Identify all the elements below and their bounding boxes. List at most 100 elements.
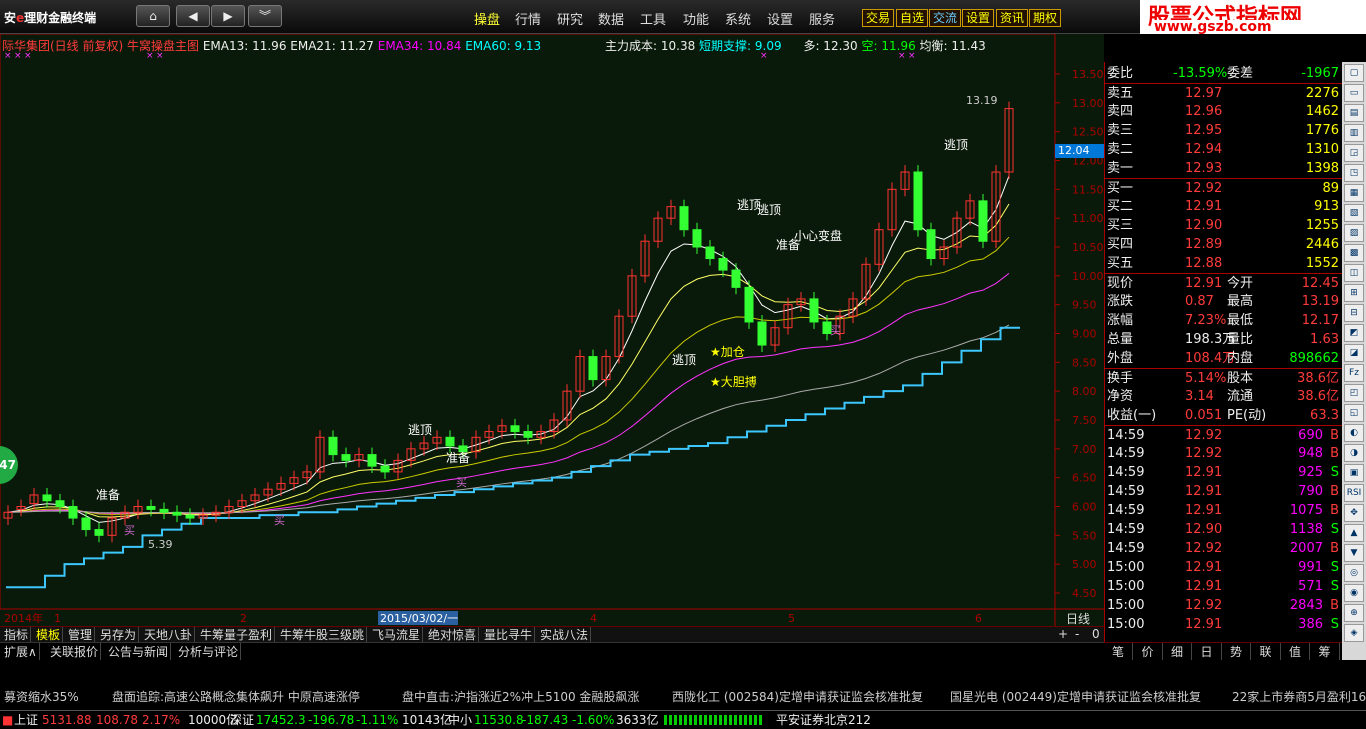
ma-line-1 [7,203,1010,518]
toolbar-icon-23[interactable]: ▲ [1344,524,1364,542]
indicator-tab-bar: + - 0 指标 模板 管理 另存为 天地八卦 牛筹量子盈利 牛筹牛股三级跳 飞马流星 绝对惊喜… [0,626,1104,643]
trade-button-4[interactable]: 资讯 [996,9,1029,27]
extension-tab-2[interactable]: 公告与新闻 [106,643,172,661]
news-item-2[interactable]: 盘中直击:沪指涨近2%冲上5100 金融股飙涨 [402,688,639,705]
toolbar-icon-24[interactable]: ▼ [1344,544,1364,562]
toolbar-icon-14[interactable]: ◪ [1344,344,1364,362]
menu-4[interactable]: 工具 [640,9,666,28]
toolbar-icon-9[interactable]: ▩ [1344,244,1364,262]
indicator-tab-10[interactable]: 实战八法 [538,627,592,643]
detail-tab-4[interactable]: 势 [1222,643,1251,661]
detail-tab-0[interactable]: 笔 [1104,643,1133,661]
zoom-in-button[interactable]: + [1058,627,1068,641]
indicator-tab-6[interactable]: 牛筹牛股三级跳 [278,627,368,643]
quote-panel: 委比 -13.59% 委差 -1967 卖五 12.97 2276 卖四 12.96 1462 卖三… [1104,62,1343,642]
menu-6[interactable]: 系统 [725,9,751,28]
menu-2[interactable]: 研究 [557,9,583,28]
toolbar-icon-19[interactable]: ◑ [1344,444,1364,462]
back-button[interactable]: ◀ [176,5,210,27]
zoom-out-button[interactable]: - [1075,627,1079,641]
tick-volume: 571 [1298,579,1323,594]
toolbar-icon-21[interactable]: RSI [1344,484,1364,502]
toolbar-icon-20[interactable]: ▣ [1344,464,1364,482]
toolbar-icon-17[interactable]: ◱ [1344,404,1364,422]
trade-button-2[interactable]: 交流 [929,9,962,27]
toolbar-icon-11[interactable]: ⊞ [1344,284,1364,302]
toolbar-icon-7[interactable]: ▧ [1344,204,1364,222]
side-badge[interactable]: 47 [0,446,18,484]
toolbar-icon-0[interactable]: ▢ [1344,64,1364,82]
indicator-tab-1[interactable]: 模板 [34,627,64,643]
toolbar-icon-16[interactable]: ◰ [1344,384,1364,402]
quote-row: 收益(一) 0.051 PE(动) 63.3 [1105,406,1343,425]
toolbar-icon-26[interactable]: ◉ [1344,584,1364,602]
indicator-tab-3[interactable]: 另存为 [98,627,140,643]
news-item-5[interactable]: 22家上市券商5月盈利166 [1232,688,1366,705]
detail-tab-1[interactable]: 价 [1134,643,1163,661]
indicator-tab-9[interactable]: 量比寻牛 [482,627,536,643]
indicator-tab-5[interactable]: 牛筹量子盈利 [198,627,276,643]
trade-button-5[interactable]: 期权 [1029,9,1062,27]
toolbar-icon-6[interactable]: ▦ [1344,184,1364,202]
detail-tab-2[interactable]: 细 [1163,643,1192,661]
indicator-tab-4[interactable]: 天地八卦 [142,627,196,643]
kline-svg[interactable]: 13.5013.0012.5012.0011.5011.0010.5010.00… [0,34,1104,626]
toolbar-icon-25[interactable]: ◎ [1344,564,1364,582]
toolbar-icon-28[interactable]: ◈ [1344,624,1364,642]
weibi-value: -13.59% [1173,66,1228,81]
indicator-tab-7[interactable]: 飞马流星 [370,627,424,643]
menu-3[interactable]: 数据 [598,9,624,28]
y-tick-label: 9.00 [1072,328,1097,341]
toolbar-icon-10[interactable]: ◫ [1344,264,1364,282]
detail-tab-7[interactable]: 筹 [1311,643,1340,661]
toolbar-icon-2[interactable]: ▤ [1344,104,1364,122]
toolbar-icon-3[interactable]: ▥ [1344,124,1364,142]
stat-label: 净资 [1107,389,1134,404]
menu-8[interactable]: 服务 [809,9,835,28]
menu-0[interactable]: 操盘 [474,9,500,28]
toolbar-icon-8[interactable]: ▨ [1344,224,1364,242]
toolbar-icon-1[interactable]: ▭ [1344,84,1364,102]
indicator-tab-2[interactable]: 管理 [66,627,96,643]
menu-1[interactable]: 行情 [515,9,541,28]
zoom-reset-button[interactable]: 0 [1092,627,1100,641]
detail-tab-6[interactable]: 值 [1281,643,1310,661]
news-item-1[interactable]: 盘面追踪:高速公路概念集体飙升 中原高速涨停 [112,688,360,705]
trade-button-0[interactable]: 交易 [862,9,895,27]
news-item-4[interactable]: 国星光电 (002449)定增申请获证监会核准批复 [950,688,1201,705]
indicator-tab-0[interactable]: 指标 [2,627,32,643]
menu-5[interactable]: 功能 [683,9,709,28]
trade-button-1[interactable]: 自选 [896,9,929,27]
detail-tab-3[interactable]: 日 [1193,643,1222,661]
news-item-3[interactable]: 西陇化工 (002584)定增申请获证监会核准批复 [672,688,923,705]
dropdown-button[interactable]: ︾ [248,5,282,27]
ema21-label: EMA21: 11.27 [290,39,374,53]
toolbar-icon-15[interactable]: Fz [1344,364,1364,382]
forward-button[interactable]: ▶ [211,5,245,27]
extension-tab-3[interactable]: 分析与评论 [176,643,242,661]
tick-time: 14:59 [1107,465,1145,480]
trade-button-3[interactable]: 设置 [962,9,995,27]
toolbar-icon-18[interactable]: ◐ [1344,424,1364,442]
toolbar-icon-13[interactable]: ◩ [1344,324,1364,342]
detail-tab-5[interactable]: 联 [1252,643,1281,661]
extension-tab-1[interactable]: 关联报价 [48,643,102,661]
menu-7[interactable]: 设置 [767,9,793,28]
indicator-tab-8[interactable]: 绝对惊喜 [426,627,480,643]
ema13-label: EMA13: 11.96 [202,39,287,53]
period-label[interactable]: 日线 [1066,610,1090,627]
toolbar-icon-5[interactable]: ◳ [1344,164,1364,182]
x-tick-label: 4 [590,612,597,625]
news-item-0[interactable]: 募资缩水35% [4,688,79,705]
stat-label: 换手 [1107,371,1134,386]
kline-chart[interactable]: 13.50 13.00 12.50 12.00 11.50 11.00 10.50 10.00… [0,34,1104,626]
extension-tab-0[interactable]: 扩展∧ [2,643,40,661]
stat-label: 最低 [1227,313,1254,328]
home-button[interactable]: ⌂ [136,5,170,27]
toolbar-icon-12[interactable]: ⊟ [1344,304,1364,322]
tick-volume: 925 [1298,465,1323,480]
toolbar-icon-22[interactable]: ✥ [1344,504,1364,522]
stat-label: 涨跌 [1107,294,1134,309]
toolbar-icon-27[interactable]: ⊕ [1344,604,1364,622]
toolbar-icon-4[interactable]: ◲ [1344,144,1364,162]
